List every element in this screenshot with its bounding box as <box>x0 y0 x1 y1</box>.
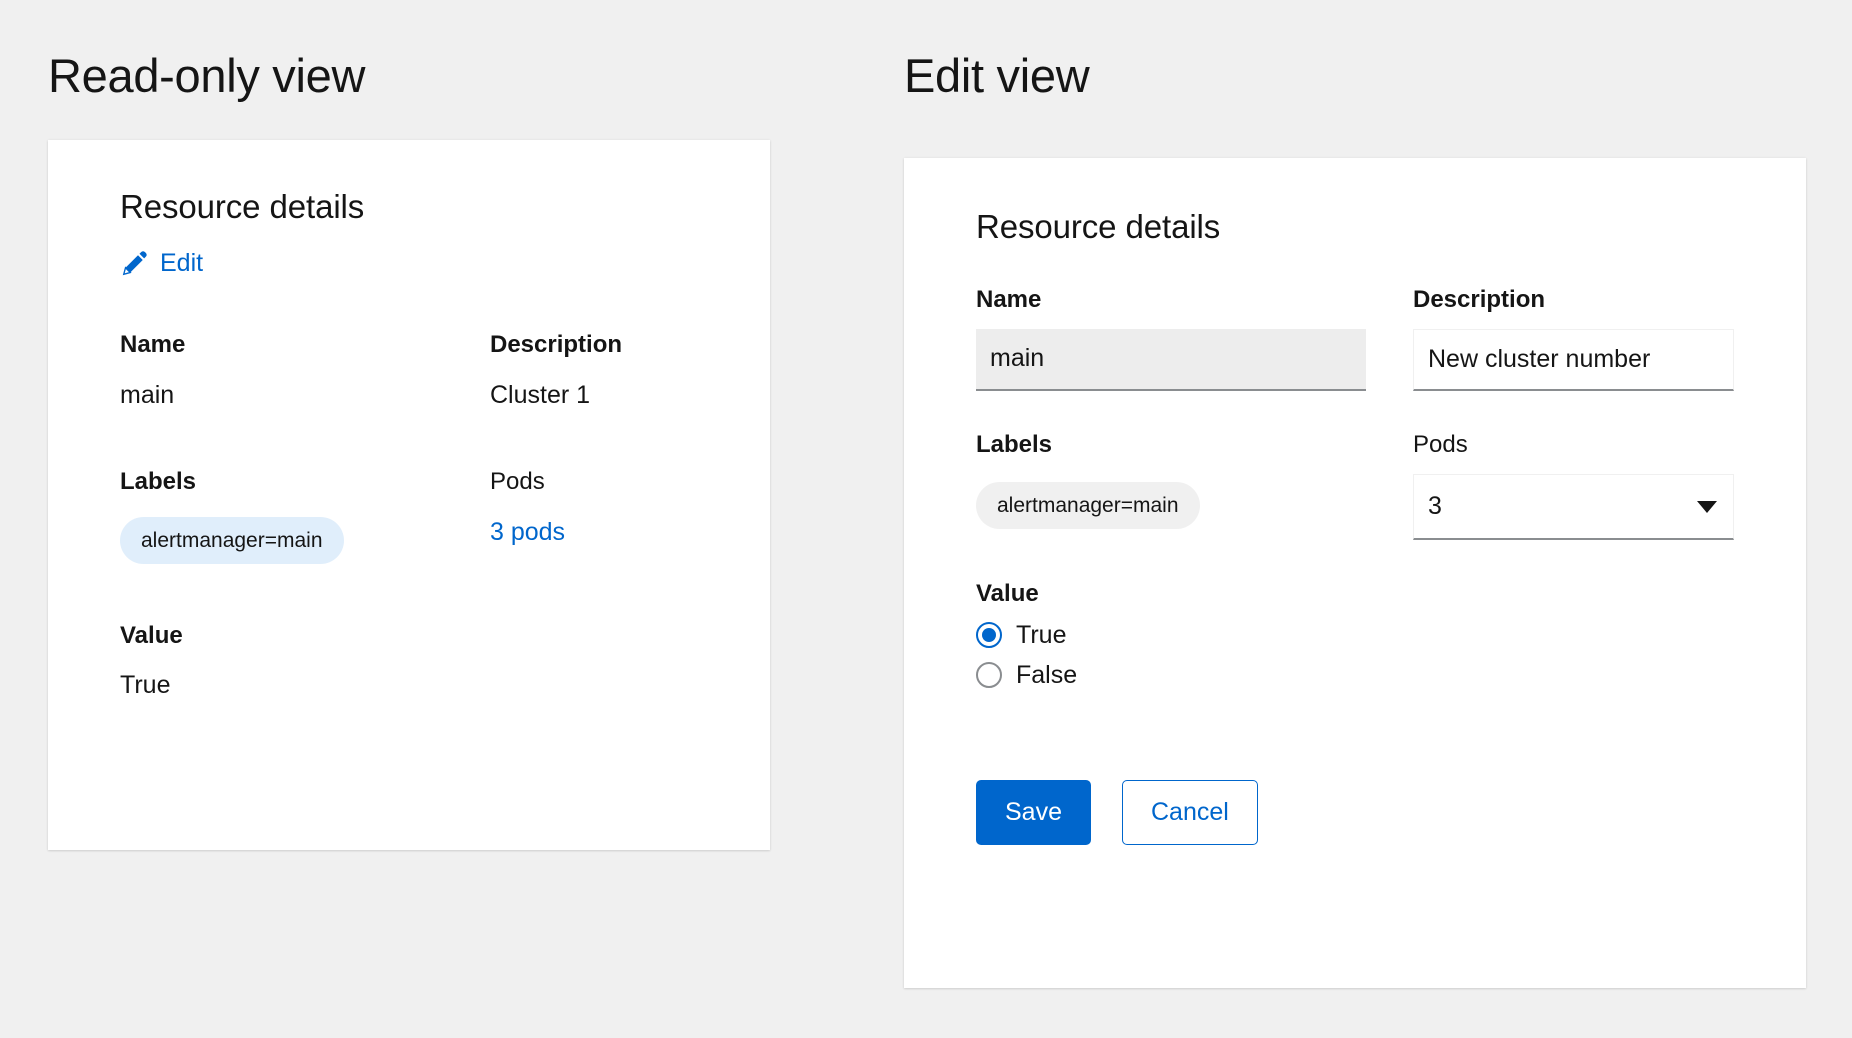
readonly-labels-label: Labels <box>120 468 490 497</box>
readonly-field-spacer-2 <box>490 650 698 700</box>
readonly-card-heading: Resource details <box>120 188 698 226</box>
readonly-field-name: Name <box>120 331 490 360</box>
readonly-field-spacer <box>490 622 698 651</box>
edit-resource-details-card: Resource details Name Description Labels… <box>904 158 1806 988</box>
readonly-pods-value: 3 pods <box>490 517 698 564</box>
readonly-resource-details-card: Resource details Edit Name Description <box>48 140 770 850</box>
label-chip[interactable]: alertmanager=main <box>120 517 344 564</box>
cancel-button[interactable]: Cancel <box>1122 780 1258 845</box>
pods-select[interactable]: 3 <box>1413 474 1734 540</box>
edit-fields-grid-row-3: Value True False <box>976 580 1734 689</box>
readonly-name-label: Name <box>120 331 490 360</box>
edit-link[interactable]: Edit <box>120 248 203 278</box>
description-input[interactable] <box>1413 329 1734 391</box>
radio-option-false[interactable]: False <box>976 662 1366 688</box>
readonly-value-label: Value <box>120 622 490 651</box>
edit-fields-grid-row-1: Name Description <box>976 286 1734 391</box>
description-form-group: Description <box>1413 286 1734 391</box>
save-button[interactable]: Save <box>976 780 1091 845</box>
radio-option-true[interactable]: True <box>976 622 1366 648</box>
name-form-group: Name <box>976 286 1366 391</box>
pods-form-group: Pods 3 <box>1413 431 1734 540</box>
readonly-description-value: Cluster 1 <box>490 380 698 410</box>
readonly-labels-value: alertmanager=main <box>120 517 490 564</box>
edit-link-label: Edit <box>160 249 203 278</box>
edit-fields-grid-row-2: Labels alertmanager=main Pods 3 <box>976 431 1734 540</box>
radio-false-indicator[interactable] <box>976 662 1002 688</box>
value-form-group: Value True False <box>976 580 1366 689</box>
readonly-field-labels: Labels <box>120 468 490 497</box>
radio-true-indicator[interactable] <box>976 622 1002 648</box>
value-field-label: Value <box>976 580 1366 609</box>
name-input[interactable] <box>976 329 1366 391</box>
form-actions: Save Cancel <box>976 780 1734 845</box>
description-field-label: Description <box>1413 286 1734 315</box>
readonly-description-label: Description <box>490 331 698 360</box>
pods-field-label: Pods <box>1413 431 1734 460</box>
name-field-label: Name <box>976 286 1366 315</box>
readonly-view-title: Read-only view <box>48 48 365 103</box>
pencil-icon <box>120 248 150 278</box>
readonly-card-body: Resource details Edit Name Description <box>48 140 770 700</box>
radio-false-label: False <box>1016 663 1077 688</box>
readonly-fields-grid: Name Description main Cluster 1 Labels P… <box>120 331 698 700</box>
readonly-value-value: True <box>120 670 490 700</box>
readonly-pods-label: Pods <box>490 468 698 497</box>
readonly-field-pods: Pods <box>490 468 698 497</box>
labels-chip-container: alertmanager=main <box>976 482 1366 529</box>
edit-card-body: Resource details Name Description Labels… <box>904 158 1806 845</box>
radio-true-label: True <box>1016 623 1066 648</box>
pods-link[interactable]: 3 pods <box>490 518 565 546</box>
edit-card-heading: Resource details <box>976 208 1734 246</box>
label-chip[interactable]: alertmanager=main <box>976 482 1200 529</box>
readonly-name-value: main <box>120 380 490 410</box>
labels-form-group: Labels alertmanager=main <box>976 431 1366 540</box>
edit-view-title: Edit view <box>904 48 1089 103</box>
value-form-spacer <box>1413 580 1734 689</box>
labels-field-label: Labels <box>976 431 1366 460</box>
pods-select-wrapper: 3 <box>1413 474 1734 540</box>
readonly-field-description: Description <box>490 331 698 360</box>
readonly-field-value: Value <box>120 622 490 651</box>
